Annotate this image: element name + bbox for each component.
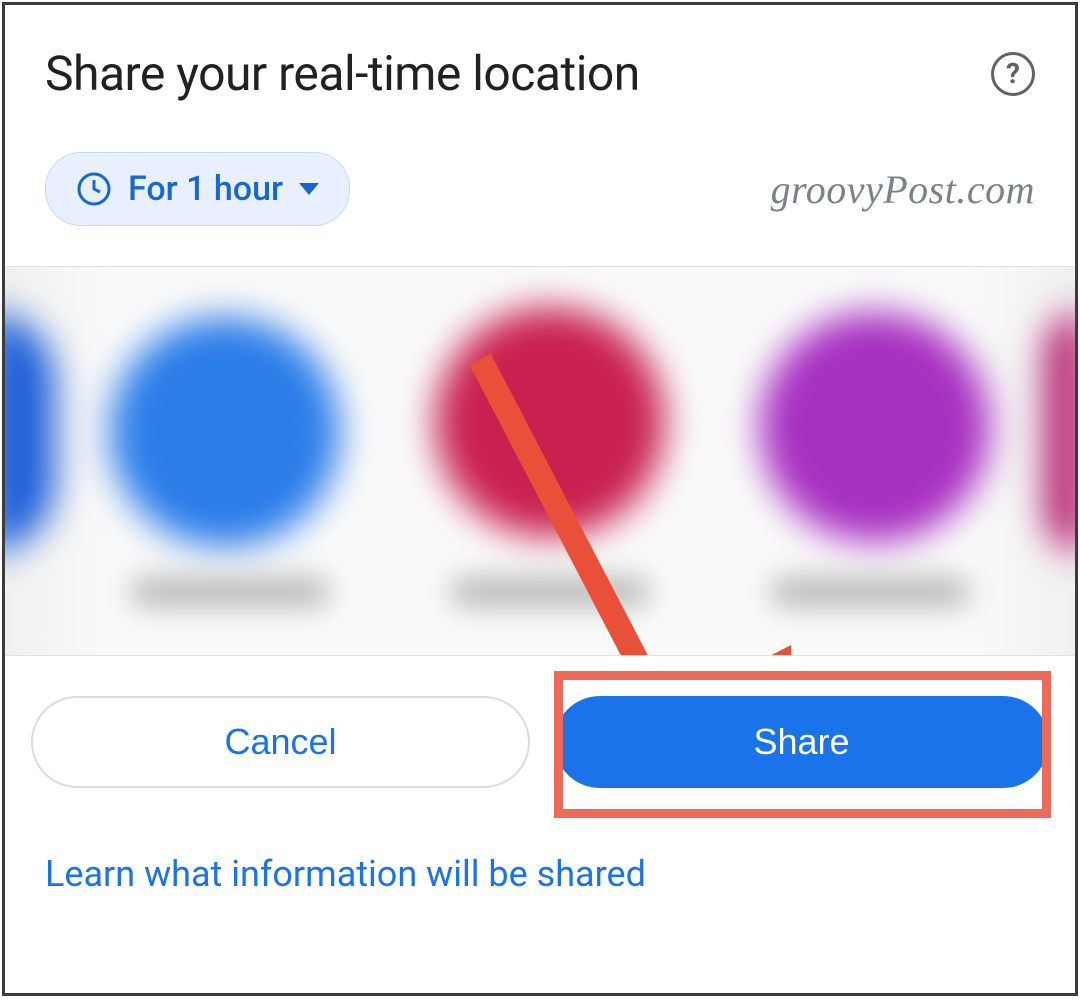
contact-avatar[interactable] [760,312,990,542]
contact-avatar[interactable] [435,307,665,537]
share-button[interactable]: Share [554,696,1049,788]
duration-row: For 1 hour groovyPost.com [5,122,1075,266]
contact-name-blurred [130,577,330,607]
contact-avatar[interactable] [5,312,55,552]
contact-name-blurred [770,577,970,607]
contact-name-blurred [450,577,650,607]
share-location-panel: Share your real-time location ? For 1 ho… [2,2,1078,996]
duration-label: For 1 hour [128,169,283,209]
clock-icon [76,171,112,207]
chevron-down-icon [299,183,319,195]
page-title: Share your real-time location [45,45,640,102]
header: Share your real-time location ? [5,5,1075,122]
contact-avatar[interactable] [110,317,340,547]
learn-more-link[interactable]: Learn what information will be shared [45,853,646,895]
duration-selector[interactable]: For 1 hour [45,152,350,226]
footer: Learn what information will be shared [5,828,1075,935]
watermark-text: groovyPost.com [771,166,1035,213]
cancel-button[interactable]: Cancel [31,696,530,788]
help-icon[interactable]: ? [991,52,1035,96]
contact-avatar[interactable] [1045,312,1075,552]
contacts-list[interactable] [5,266,1075,656]
button-row: Cancel Share [5,656,1075,828]
